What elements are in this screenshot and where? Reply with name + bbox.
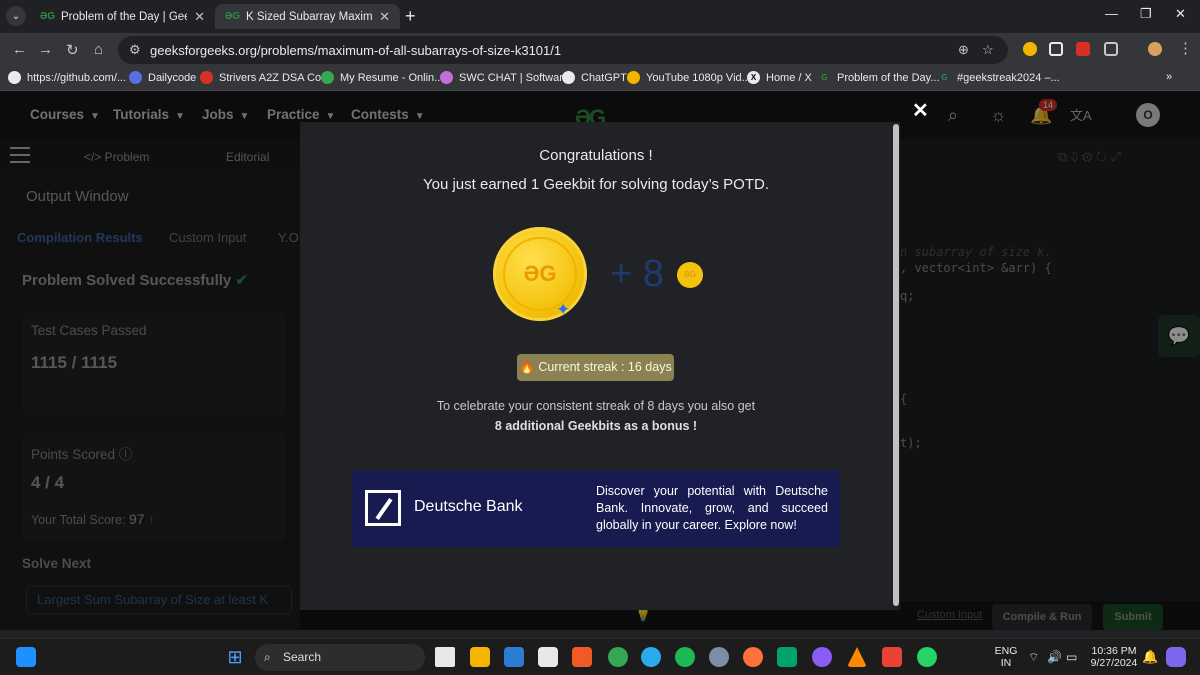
bookmark-item[interactable]: YouTube 1080p Vid... — [627, 71, 751, 84]
bookmark-item[interactable]: G #geekstreak2024 –... — [938, 71, 1059, 84]
close-icon[interactable]: ✕ — [379, 9, 390, 25]
bookmark-item[interactable]: My Resume - Onlin... — [321, 71, 443, 84]
extension-icon[interactable] — [1049, 42, 1063, 56]
battery-icon[interactable]: ▭ — [1066, 650, 1077, 664]
bookmark-star-icon[interactable]: ☆ — [982, 42, 994, 58]
bookmark-item[interactable]: https://github.com/... — [8, 71, 126, 84]
url-text: geeksforgeeks.org/problems/maximum-of-al… — [150, 42, 562, 58]
resume-icon — [321, 71, 334, 84]
gfg-icon: G — [941, 73, 948, 82]
close-icon[interactable]: ✕ — [194, 9, 205, 25]
close-icon[interactable]: ✕ — [912, 98, 929, 123]
vscode-icon[interactable] — [504, 647, 524, 667]
firefox-icon[interactable] — [743, 647, 763, 667]
meet-icon[interactable] — [777, 647, 797, 667]
browser-tab-potd[interactable]: ƏG Problem of the Day | GeeksforG ✕ — [30, 4, 215, 29]
modal-title: Congratulations ! — [539, 147, 653, 164]
gfg-icon: ƏG — [40, 11, 56, 22]
swc-icon — [440, 71, 453, 84]
widgets-icon[interactable] — [16, 647, 36, 667]
github-desktop-icon[interactable] — [812, 647, 832, 667]
spotify-icon[interactable] — [675, 647, 695, 667]
youtube-download-icon — [627, 71, 640, 84]
tab-title: Problem of the Day | GeeksforG — [61, 10, 187, 23]
minimize-icon[interactable]: — — [1105, 6, 1118, 21]
whatsapp-icon[interactable] — [917, 647, 937, 667]
site-info-icon[interactable]: ⚙ — [129, 42, 141, 58]
restore-icon[interactable]: ❐ — [1140, 6, 1152, 22]
gfg-icon: ƏG — [225, 11, 241, 22]
extensions-puzzle-icon[interactable] — [1104, 42, 1118, 56]
congrats-modal: Congratulations ! You just earned 1 Geek… — [300, 122, 892, 610]
windows-taskbar: ⊞ ⌕ Search ENG IN ⌔ 🔊 ▭ 10:36 PM 9/27/2024… — [0, 638, 1200, 675]
gfg-icon: G — [821, 73, 828, 82]
geekbit-coin-icon: ƏG ✦ — [493, 227, 587, 321]
streak-badge: 🔥 Current streak : 16 days — [517, 354, 674, 381]
url-bar[interactable]: ⚙ geeksforgeeks.org/problems/maximum-of-… — [118, 36, 1008, 64]
bookmark-item[interactable]: X Home / X — [747, 71, 812, 84]
github-icon — [8, 71, 21, 84]
zoom-icon[interactable]: ⊕ — [958, 42, 969, 58]
new-tab-button[interactable]: + — [405, 6, 416, 27]
taskbar-search[interactable]: ⌕ Search — [255, 644, 425, 671]
browser-tab-bar: ⌄ ƏG Problem of the Day | GeeksforG ✕ ƏG… — [0, 0, 1200, 33]
menu-kebab-icon[interactable]: ⋮ — [1178, 39, 1193, 57]
wifi-icon[interactable]: ⌔ — [1028, 650, 1039, 665]
bonus-amount: + 8 — [610, 253, 664, 295]
ad-brand-name: Deutsche Bank — [414, 498, 523, 515]
brave-icon[interactable] — [572, 647, 592, 667]
bonus-text: 8 additional Geekbits as a bonus ! — [494, 419, 698, 433]
deutsche-bank-ad[interactable]: Deutsche Bank Discover your potential wi… — [352, 470, 840, 547]
tab-title: K Sized Subarray Maximum | Pr — [246, 10, 373, 23]
home-icon[interactable]: ⌂ — [94, 41, 103, 58]
reload-icon[interactable]: ↻ — [66, 41, 79, 59]
bookmark-item[interactable]: Dailycode — [129, 71, 196, 84]
app-icon[interactable] — [538, 647, 558, 667]
close-window-icon[interactable]: ✕ — [1175, 6, 1186, 22]
deutsche-bank-logo-icon — [365, 490, 401, 526]
file-explorer-icon[interactable] — [470, 647, 490, 667]
tab-search-chevron-icon[interactable]: ⌄ — [6, 6, 26, 26]
more-bookmarks-icon[interactable]: » — [1166, 71, 1172, 83]
dailycode-icon — [129, 71, 142, 84]
task-view-icon[interactable] — [435, 647, 455, 667]
bookmarks-bar: https://github.com/... Dailycode Striver… — [0, 67, 1200, 91]
vlc-icon[interactable] — [847, 647, 867, 667]
telegram-icon[interactable] — [641, 647, 661, 667]
small-coin-icon: ƏG — [677, 262, 703, 288]
bookmark-item[interactable]: G Problem of the Day... — [818, 71, 939, 84]
pocket-icon[interactable] — [1076, 42, 1090, 56]
clock[interactable]: 10:36 PM 9/27/2024 — [1088, 645, 1140, 669]
notification-bell-icon[interactable]: 🔔 — [1142, 649, 1158, 665]
extension-icon[interactable] — [1023, 42, 1037, 56]
chrome-icon[interactable] — [608, 647, 628, 667]
profile-avatar[interactable] — [1148, 42, 1162, 56]
chatgpt-icon — [562, 71, 575, 84]
back-icon[interactable]: ← — [12, 41, 27, 58]
gmail-icon[interactable] — [882, 647, 902, 667]
striver-icon — [200, 71, 213, 84]
celebrate-text: To celebrate your consistent streak of 8… — [436, 399, 756, 413]
bookmark-item[interactable]: SWC CHAT | Softwar... — [440, 71, 571, 84]
volume-icon[interactable]: 🔊 — [1047, 650, 1062, 664]
ad-text: Discover your potential with Deutsche Ba… — [596, 484, 828, 532]
address-toolbar: ← → ↻ ⌂ ⚙ geeksforgeeks.org/problems/max… — [0, 33, 1200, 67]
modal-earned-text: You just earned 1 Geekbit for solving to… — [422, 176, 770, 193]
browser-tab-active[interactable]: ƏG K Sized Subarray Maximum | Pr ✕ — [215, 4, 400, 29]
forward-icon[interactable]: → — [38, 41, 53, 58]
x-icon: X — [747, 71, 760, 84]
windows-start-icon[interactable]: ⊞ — [225, 647, 245, 667]
bookmark-item[interactable]: ChatGPT — [562, 71, 627, 84]
bookmark-item[interactable]: Strivers A2Z DSA Co... — [200, 71, 330, 84]
sparkle-icon: ✦ — [556, 300, 571, 319]
search-icon: ⌕ — [264, 650, 271, 664]
modal-scrollbar[interactable] — [892, 122, 900, 610]
settings-gear-icon[interactable] — [709, 647, 729, 667]
language-indicator[interactable]: ENG IN — [994, 645, 1018, 669]
copilot-icon[interactable] — [1166, 647, 1186, 667]
